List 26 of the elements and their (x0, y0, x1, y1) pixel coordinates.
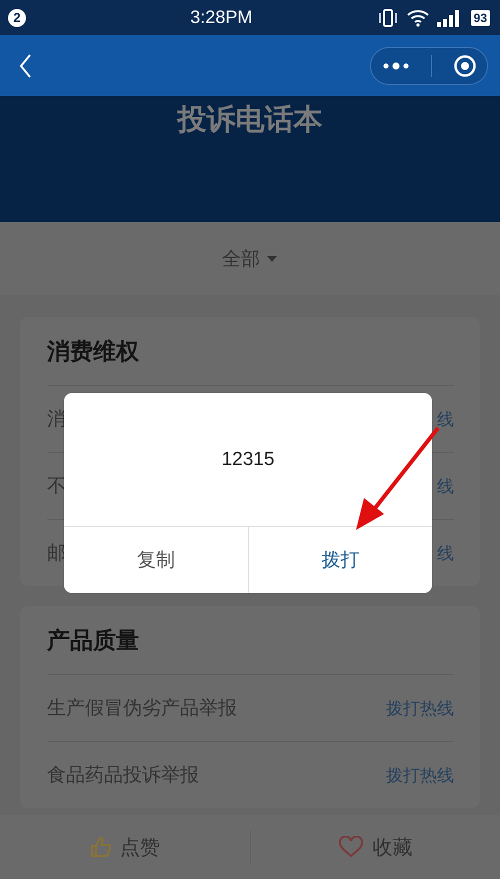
more-icon[interactable] (381, 60, 412, 70)
page-title: 投诉电话本 (178, 103, 322, 138)
hotline-name: 生产假冒伪劣产品举报 (47, 697, 237, 721)
section-title: 消费维权 (47, 317, 454, 386)
wifi-icon (406, 8, 429, 26)
hotline-name: 不 (47, 475, 66, 499)
like-button[interactable]: 点赞 (0, 832, 250, 862)
close-icon[interactable] (452, 54, 477, 78)
thumbs-up-icon (90, 836, 112, 858)
call-hotline-link[interactable]: 拨打热线 (386, 764, 454, 786)
notification-badge: 2 (8, 8, 26, 26)
phone-number: 12315 (222, 448, 274, 470)
heart-icon (338, 836, 364, 858)
favorite-button[interactable]: 收藏 (250, 832, 500, 862)
clock-time: 3:28PM (189, 7, 254, 28)
call-hotline-link[interactable]: 线 (437, 474, 454, 498)
call-button[interactable]: 拨打 (248, 527, 432, 593)
hotline-name: 食品药品投诉举报 (47, 764, 199, 788)
hotline-name: 邮 (47, 542, 66, 566)
call-hotline-link[interactable]: 线 (437, 408, 454, 430)
call-hotline-link[interactable]: 拨打热线 (386, 696, 454, 720)
vibrate-icon (376, 8, 399, 28)
caret-icon (266, 254, 278, 262)
section-title: 产品质量 (47, 606, 454, 675)
call-hotline-link[interactable]: 线 (437, 542, 454, 564)
battery-level: 93 (470, 10, 490, 26)
